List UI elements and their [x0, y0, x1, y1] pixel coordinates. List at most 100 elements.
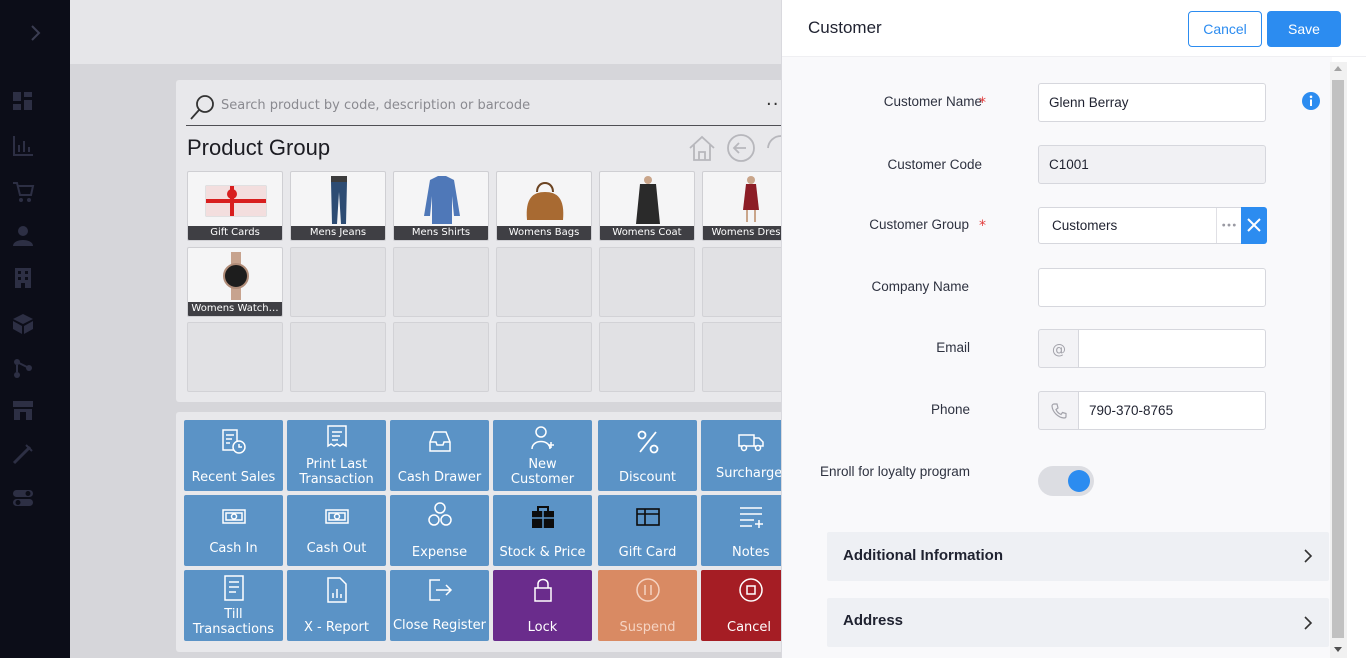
loyalty-label: Enroll for loyalty program: [819, 464, 970, 479]
lock-button[interactable]: Lock: [493, 570, 592, 641]
phone-icon: [1051, 403, 1067, 419]
stock-and-price-button[interactable]: Stock & Price: [493, 495, 592, 566]
info-icon[interactable]: [1302, 92, 1320, 110]
empty-tile: [599, 247, 695, 317]
stock-icon: [532, 506, 554, 528]
lock-icon: [534, 578, 552, 602]
customer-name-label: Customer Name: [883, 94, 982, 109]
drawer-icon: [429, 431, 451, 452]
add-user-icon: [531, 426, 554, 450]
cash-in-button[interactable]: Cash In: [184, 495, 283, 566]
till-transactions-button[interactable]: Till Transactions: [184, 570, 283, 641]
building-icon[interactable]: [11, 266, 35, 290]
customer-group-select[interactable]: Customers: [1038, 207, 1267, 244]
home-icon[interactable]: [687, 133, 717, 163]
empty-tile: [187, 322, 283, 392]
tools-icon[interactable]: [11, 442, 35, 466]
drawer-header: Customer Cancel Save: [782, 0, 1366, 57]
product-tile[interactable]: Womens Coat: [599, 171, 695, 241]
product-tile[interactable]: Gift Cards: [187, 171, 283, 241]
exit-icon: [429, 579, 453, 601]
back-icon[interactable]: [726, 133, 756, 163]
empty-tile: [393, 322, 489, 392]
customer-code-input[interactable]: C1001: [1038, 145, 1266, 184]
customer-group-label: Customer Group: [869, 217, 969, 232]
receipt-icon: [327, 425, 347, 448]
tile-label: Mens Shirts: [394, 226, 488, 240]
at-icon: @: [1052, 342, 1066, 358]
section-title: Additional Information: [843, 547, 1003, 564]
empty-tile: [496, 247, 592, 317]
gift-card-image: [205, 185, 267, 217]
save-button[interactable]: Save: [1267, 11, 1341, 47]
scroll-thumb[interactable]: [1332, 80, 1344, 638]
list-icon: [224, 575, 244, 601]
email-input[interactable]: [1078, 329, 1266, 368]
bag-image: [526, 182, 564, 220]
empty-tile: [290, 247, 386, 317]
scroll-down-icon[interactable]: [1334, 647, 1342, 652]
new-customer-button[interactable]: New Customer: [493, 420, 592, 491]
left-nav: [0, 0, 70, 658]
phone-addon: [1038, 391, 1079, 430]
product-group-title: Product Group: [187, 135, 331, 160]
company-name-input[interactable]: [1038, 268, 1266, 307]
more-options-icon[interactable]: ··: [766, 94, 779, 115]
workflow-icon[interactable]: [11, 356, 35, 380]
more-icon[interactable]: [1216, 208, 1241, 243]
x-report-button[interactable]: X - Report: [287, 570, 386, 641]
suspend-button[interactable]: Suspend: [598, 570, 697, 641]
customer-group-value: Customers: [1052, 218, 1118, 233]
chevron-right-icon: [1304, 549, 1313, 563]
shirt-image: [424, 176, 460, 224]
tile-label: Gift Cards: [188, 226, 282, 240]
expense-button[interactable]: Expense: [390, 495, 489, 566]
email-label: Email: [936, 340, 970, 355]
product-tile[interactable]: Mens Shirts: [393, 171, 489, 241]
address-section[interactable]: Address: [827, 598, 1329, 647]
settings-toggle-icon[interactable]: [11, 486, 35, 510]
tile-label: Womens Bags: [497, 226, 591, 240]
form-scrollbar[interactable]: [1330, 62, 1347, 658]
store-icon[interactable]: [11, 398, 35, 422]
cart-icon[interactable]: [11, 180, 35, 204]
cash-out-button[interactable]: Cash Out: [287, 495, 386, 566]
svg-text:@: @: [1052, 342, 1066, 358]
cash-icon: [325, 509, 349, 524]
product-search[interactable]: Search product by code, description or b…: [186, 88, 786, 126]
customer-drawer: Customer Cancel Save Customer Name * Gle…: [781, 0, 1366, 658]
customer-name-input[interactable]: Glenn Berray: [1038, 83, 1266, 122]
scroll-up-icon[interactable]: [1334, 66, 1342, 71]
percent-icon: [637, 430, 659, 454]
reports-icon[interactable]: [11, 134, 35, 158]
product-tile[interactable]: Womens Watch…: [187, 247, 283, 317]
clear-group-icon[interactable]: [1241, 207, 1267, 244]
product-tile[interactable]: Womens Bags: [496, 171, 592, 241]
notes-button[interactable]: Notes: [701, 495, 790, 566]
cancel-button[interactable]: Cancel: [1188, 11, 1262, 47]
cancel-sale-button[interactable]: Cancel: [701, 570, 790, 641]
user-icon[interactable]: [11, 224, 35, 248]
product-tile[interactable]: Mens Jeans: [290, 171, 386, 241]
stop-icon: [739, 578, 763, 602]
empty-tile: [290, 322, 386, 392]
company-name-label: Company Name: [871, 279, 969, 294]
box-icon[interactable]: [11, 312, 35, 336]
cash-drawer-button[interactable]: Cash Drawer: [390, 420, 489, 491]
customer-code-label: Customer Code: [887, 157, 982, 172]
print-last-transaction-button[interactable]: Print Last Transaction: [287, 420, 386, 491]
discount-button[interactable]: Discount: [598, 420, 697, 491]
report-icon: [327, 577, 347, 603]
cash-icon: [222, 509, 246, 524]
empty-tile: [702, 322, 790, 392]
additional-information-section[interactable]: Additional Information: [827, 532, 1329, 581]
recent-sales-button[interactable]: Recent Sales: [184, 420, 283, 491]
phone-input[interactable]: 790-370-8765: [1078, 391, 1266, 430]
close-register-button[interactable]: Close Register: [390, 570, 489, 641]
jeans-image: [331, 176, 347, 224]
loyalty-toggle[interactable]: [1038, 466, 1094, 496]
expand-nav-icon[interactable]: [24, 22, 46, 44]
watch-image: [223, 252, 249, 300]
gift-card-button[interactable]: Gift Card: [598, 495, 697, 566]
dashboard-icon[interactable]: [11, 90, 35, 114]
